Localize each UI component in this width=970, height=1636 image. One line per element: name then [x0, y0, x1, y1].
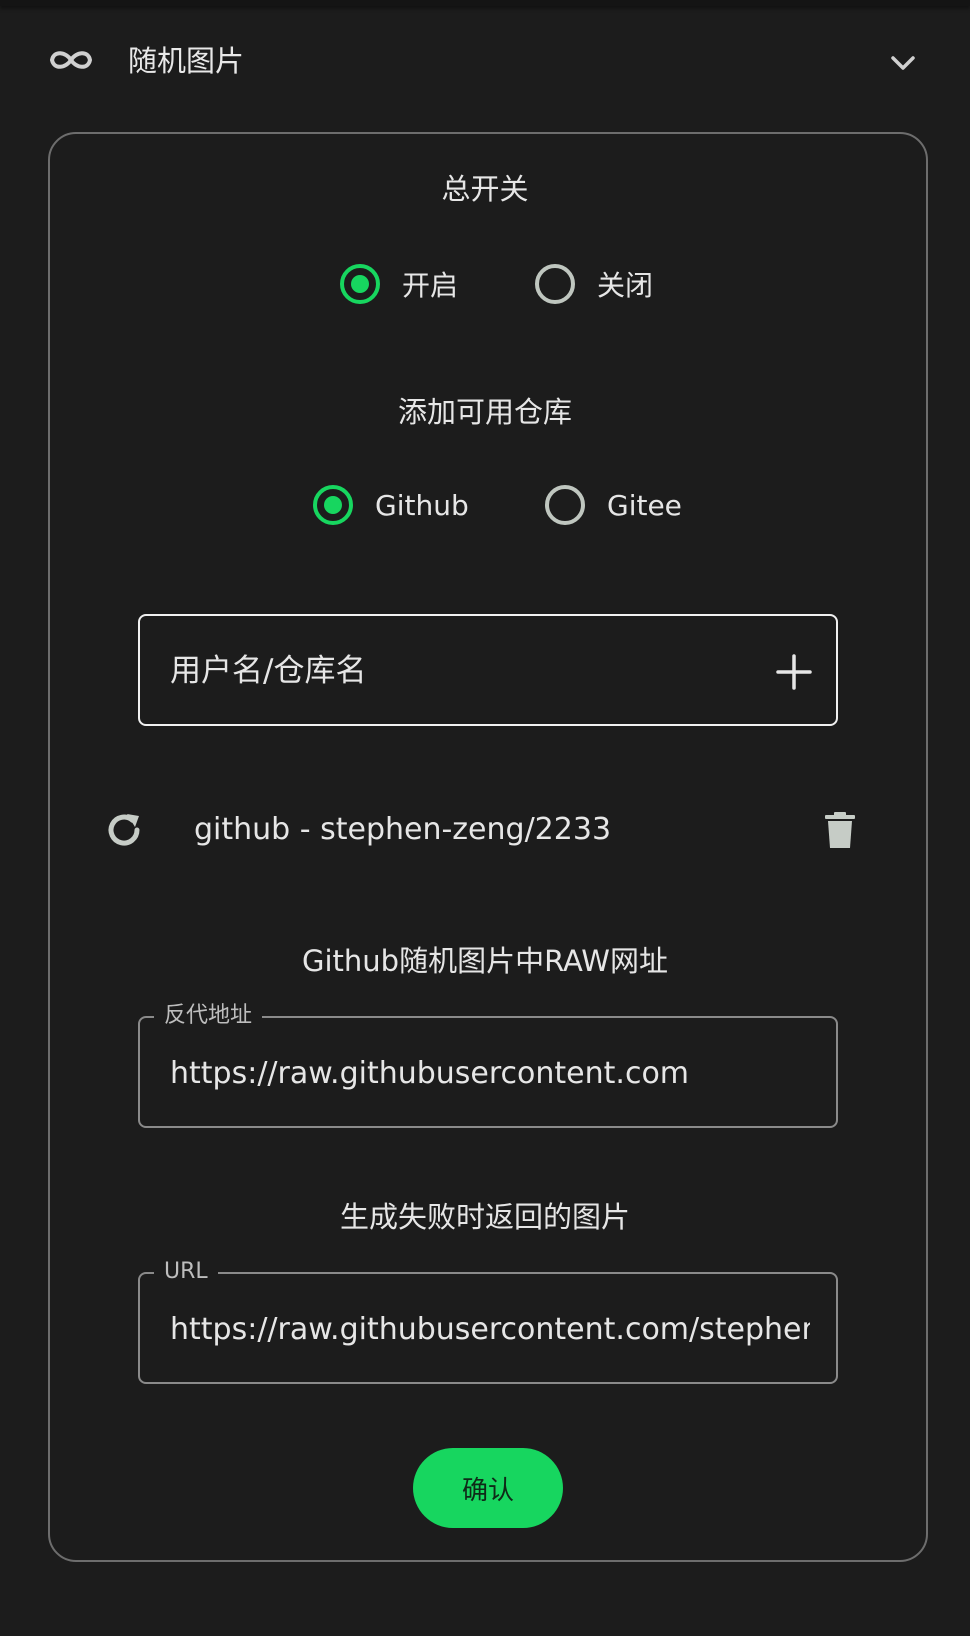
fallback-url-input[interactable] — [170, 1304, 810, 1354]
radio-unchecked-icon — [545, 485, 585, 525]
radio-gitee[interactable]: Gitee — [545, 485, 682, 525]
raw-url-legend: 反代地址 — [154, 1002, 263, 1030]
add-repo-title: 添加可用仓库 — [397, 395, 572, 429]
radio-label: 开启 — [402, 269, 459, 302]
repo-name-input[interactable] — [170, 646, 730, 696]
chevron-down-icon[interactable] — [888, 48, 918, 78]
section-header[interactable]: 随机图片 — [0, 20, 970, 104]
refresh-icon[interactable] — [104, 810, 144, 850]
trash-icon[interactable] — [820, 810, 860, 850]
repo-input-box — [138, 614, 838, 726]
fallback-title: 生成失败时返回的图片 — [339, 1200, 630, 1234]
top-edge — [0, 0, 970, 6]
fallback-url-field: URL — [138, 1258, 838, 1384]
raw-url-field: 反代地址 — [138, 1002, 838, 1128]
radio-checked-icon — [340, 264, 380, 304]
radio-master-off[interactable]: 关闭 — [535, 264, 653, 304]
radio-unchecked-icon — [535, 264, 575, 304]
raw-url-input[interactable] — [170, 1048, 810, 1098]
raw-url-title: Github随机图片中RAW网址 — [302, 944, 668, 978]
master-switch-title: 总开关 — [441, 172, 529, 206]
radio-checked-icon — [313, 485, 353, 525]
confirm-button[interactable]: 确认 — [413, 1448, 563, 1528]
repo-list-item: github - stephen-zeng/2233 — [90, 796, 870, 866]
radio-github[interactable]: Github — [313, 485, 469, 525]
radio-label: Gitee — [607, 488, 682, 522]
radio-label: 关闭 — [597, 269, 654, 302]
infinity-icon — [49, 51, 93, 69]
radio-label: Github — [375, 488, 469, 522]
plus-icon[interactable] — [774, 652, 814, 692]
section-title: 随机图片 — [128, 44, 245, 78]
repo-label: github - stephen-zeng/2233 — [194, 812, 612, 847]
radio-master-on[interactable]: 开启 — [340, 264, 458, 304]
fallback-url-legend: URL — [154, 1258, 218, 1286]
